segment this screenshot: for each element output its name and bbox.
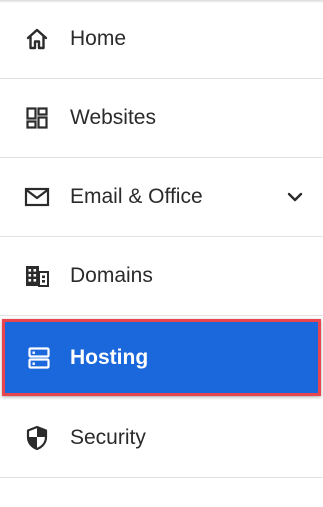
nav-item-label: Domains: [70, 264, 153, 287]
chevron-down-icon[interactable]: [285, 187, 305, 207]
server-icon: [26, 345, 52, 371]
nav-item-label: Security: [70, 426, 146, 449]
nav-item-security[interactable]: Security: [0, 399, 323, 478]
shield-icon: [24, 425, 50, 451]
nav-item-label: Home: [70, 27, 127, 50]
nav-item-home[interactable]: Home: [0, 0, 323, 79]
nav-item-label: Email & Office: [70, 185, 203, 208]
home-icon: [24, 26, 50, 52]
nav-item-hosting[interactable]: Hosting: [2, 319, 321, 396]
nav-item-label: Hosting: [70, 345, 149, 369]
envelope-icon: [24, 184, 50, 210]
dashboard-grid-icon: [24, 105, 50, 131]
nav-item-domains[interactable]: Domains: [0, 237, 323, 316]
nav-item-websites[interactable]: Websites: [0, 79, 323, 158]
nav-item-label: Websites: [70, 106, 156, 129]
nav-item-email-office[interactable]: Email & Office: [0, 158, 323, 237]
side-navigation: Home Websites Email & Office Domains Hos…: [0, 0, 323, 507]
building-icon: [24, 263, 50, 289]
